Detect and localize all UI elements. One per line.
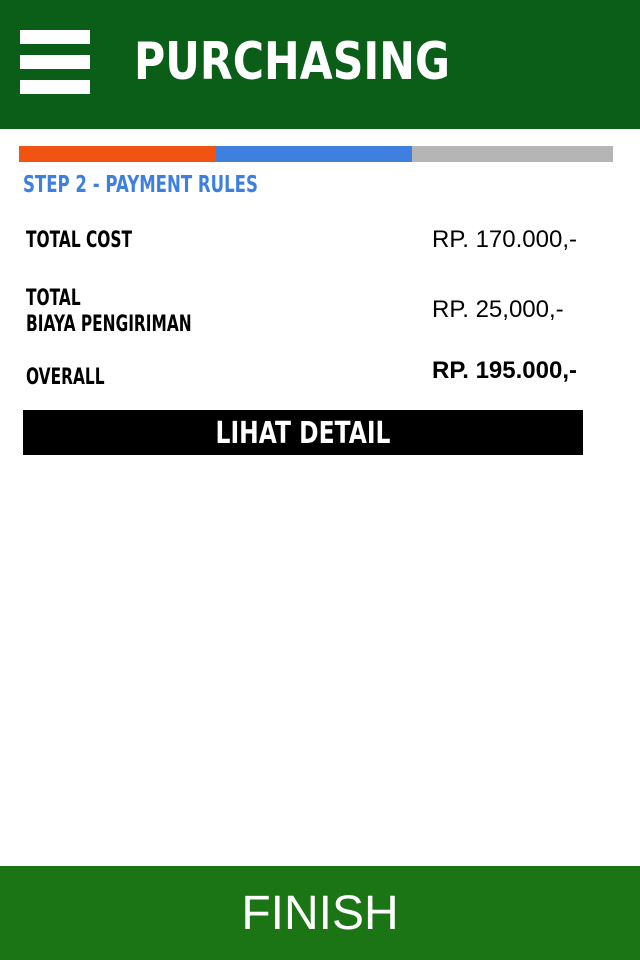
progress-step-2	[216, 146, 412, 162]
total-cost-value: RP. 170.000,-	[432, 226, 577, 253]
menu-bar-bottom	[20, 80, 90, 94]
finish-button[interactable]: FINISH	[0, 866, 640, 960]
app-header: PURCHASING	[0, 0, 640, 129]
view-detail-button[interactable]: LIHAT DETAIL	[23, 410, 583, 455]
total-cost-label: TOTAL COST	[26, 228, 132, 253]
progress-step-1	[19, 146, 216, 162]
progress-step-3	[412, 146, 613, 162]
shipping-value: RP. 25,000,-	[432, 296, 564, 323]
shipping-label-line2: BIAYA PENGIRIMAN	[26, 312, 192, 337]
view-detail-button-label: LIHAT DETAIL	[215, 416, 391, 451]
shipping-label-line1: TOTAL	[26, 286, 81, 311]
step-progress-bar	[19, 146, 613, 162]
page-title: PURCHASING	[134, 32, 450, 92]
step-label: STEP 2 - PAYMENT RULES	[23, 172, 258, 198]
menu-bar-middle	[20, 55, 90, 69]
menu-bar-top	[20, 30, 90, 44]
overall-value: RP. 195.000,-	[432, 357, 577, 384]
overall-label: OVERALL	[26, 365, 105, 390]
hamburger-menu-icon[interactable]	[20, 30, 90, 94]
finish-button-label: FINISH	[241, 887, 399, 940]
